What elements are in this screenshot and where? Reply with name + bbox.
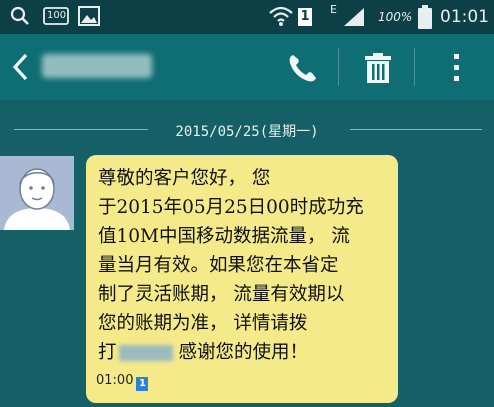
date-separator: 2015/05/25(星期一) bbox=[0, 118, 494, 142]
message-line: 制了灵活账期， 流量有效期以 bbox=[98, 284, 345, 305]
separator-line bbox=[350, 129, 482, 130]
sim-icon: 1 bbox=[298, 8, 312, 26]
data-indicator: E bbox=[330, 3, 337, 16]
search-icon bbox=[10, 6, 30, 30]
message-line: 尊敬的客户您好， 您 bbox=[98, 168, 271, 189]
message-time: 01:00 1 bbox=[96, 366, 149, 395]
message-timestamp: 01:00 bbox=[96, 373, 134, 388]
conversation-app-bar: 10086 bbox=[0, 34, 494, 100]
more-icon[interactable] bbox=[438, 48, 478, 88]
message-line: 于2015年05月25日00时成功充 bbox=[98, 197, 364, 218]
wifi-icon bbox=[268, 5, 294, 31]
contact-name[interactable]: 10086 bbox=[42, 54, 152, 78]
avatar[interactable] bbox=[0, 156, 74, 230]
phone-number-link[interactable]: 10086 bbox=[118, 345, 173, 361]
battery-percent: 100% bbox=[378, 10, 413, 24]
sim-icon: 1 bbox=[136, 377, 149, 391]
avatar-icon bbox=[4, 168, 70, 230]
trash-icon[interactable] bbox=[358, 48, 398, 88]
back-icon[interactable] bbox=[10, 52, 30, 86]
phone-icon[interactable] bbox=[282, 48, 322, 88]
toolbar-divider bbox=[338, 48, 339, 86]
memo-icon: 100 bbox=[43, 6, 69, 30]
signal-icon bbox=[342, 7, 366, 31]
image-icon bbox=[78, 6, 100, 30]
message-line-last: 打10086 感谢您的使用！ bbox=[98, 338, 386, 367]
clock: 01:01 bbox=[440, 7, 489, 27]
message-text: 感谢您的使用！ bbox=[178, 342, 309, 363]
memo-icon-text: 100 bbox=[47, 10, 67, 21]
date-header: 2015/05/25(星期一) bbox=[175, 124, 319, 140]
message-line: 量当月有效。如果您在本省定 bbox=[98, 255, 339, 276]
battery-icon bbox=[418, 5, 432, 33]
message-text: 打 bbox=[98, 342, 117, 363]
toolbar-divider bbox=[414, 48, 415, 86]
message-bubble[interactable]: 尊敬的客户您好， 您 于2015年05月25日00时成功充 值10M中国移动数据… bbox=[86, 155, 398, 403]
message-line: 您的账期为准， 详情请拨 bbox=[98, 313, 308, 334]
message-line: 值10M中国移动数据流量， 流 bbox=[98, 226, 350, 247]
status-bar: 100 1 E 100% 01:01 bbox=[0, 0, 494, 34]
